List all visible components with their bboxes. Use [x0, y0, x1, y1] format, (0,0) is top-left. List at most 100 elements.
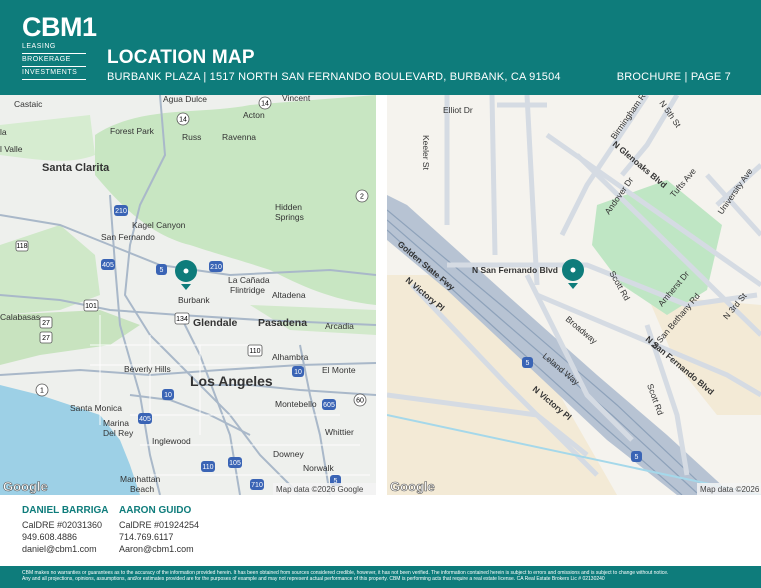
logo-line-leasing: LEASING	[22, 41, 86, 54]
google-logo: Google	[3, 479, 48, 494]
label-hidden: Hidden	[275, 202, 302, 212]
svg-text:27: 27	[42, 320, 50, 327]
label-springs: Springs	[275, 212, 304, 222]
shield-i5a: 5	[522, 357, 533, 368]
label-agua-dulce: Agua Dulce	[163, 95, 207, 104]
agent-phone[interactable]: 949.608.4886	[22, 531, 108, 543]
svg-text:5: 5	[635, 454, 639, 461]
label-pasadena: Pasadena	[258, 317, 307, 329]
street-map[interactable]: Elliot Dr Keeler St Birmingham Rd N 5th …	[387, 95, 761, 495]
svg-text:105: 105	[229, 460, 241, 467]
label-birmingham: Birmingham Rd	[608, 95, 650, 141]
svg-text:118: 118	[16, 243, 27, 250]
agent-email[interactable]: Aaron@cbm1.com	[119, 543, 199, 555]
label-alhambra: Alhambra	[272, 352, 309, 362]
label-glenoaks: N Glenoaks Blvd	[611, 139, 669, 190]
svg-text:5: 5	[160, 267, 164, 274]
svg-text:405: 405	[139, 416, 151, 423]
label-vincent: Vincent	[282, 95, 311, 103]
contacts-section: DANIEL BARRIGA CalDRE #02031360 949.608.…	[0, 505, 761, 565]
svg-text:110: 110	[249, 348, 260, 355]
agent-card-daniel: DANIEL BARRIGA CalDRE #02031360 949.608.…	[22, 505, 108, 555]
svg-text:405: 405	[102, 262, 114, 269]
svg-text:210: 210	[210, 264, 222, 271]
svg-text:110: 110	[202, 464, 213, 471]
svg-text:710: 710	[251, 482, 263, 489]
shield-10: 10	[162, 389, 174, 400]
agent-name: DANIEL BARRIGA	[22, 505, 109, 516]
label-montebello: Montebello	[275, 399, 317, 409]
page-title: LOCATION MAP	[107, 47, 255, 68]
label-santa-clarita: Santa Clarita	[42, 162, 110, 174]
agent-card-aaron: AARON GUIDO CalDRE #01924254 714.769.611…	[119, 505, 199, 555]
map-attribution-street[interactable]: Map data ©2026	[700, 485, 760, 494]
label-valle: la	[0, 127, 7, 137]
label-santa-monica: Santa Monica	[70, 403, 122, 413]
shield-5: 5	[156, 264, 167, 275]
shield-101: 101	[83, 299, 99, 312]
svg-text:605: 605	[323, 402, 335, 409]
label-acton: Acton	[243, 110, 265, 120]
shield-605: 605	[322, 399, 336, 410]
agent-email[interactable]: daniel@cbm1.com	[22, 543, 108, 555]
shield-110b: 110	[201, 461, 215, 472]
header-banner: CBM1 LEASING BROKERAGE INVESTMENTS LOCAT…	[0, 0, 761, 95]
svg-text:2: 2	[360, 194, 364, 201]
google-logo-street: Google	[390, 479, 435, 494]
label-castaic: Castaic	[14, 99, 43, 109]
label-burbank: Burbank	[178, 295, 210, 305]
agent-phone[interactable]: 714.769.6117	[119, 531, 199, 543]
label-keeler: Keeler St	[421, 135, 431, 171]
svg-text:14: 14	[261, 101, 269, 108]
shield-1: 1	[35, 383, 49, 397]
svg-text:101: 101	[85, 303, 97, 310]
shield-405b: 405	[138, 413, 152, 424]
page-reference: BROCHURE | PAGE 7	[616, 71, 731, 83]
shield-405: 405	[101, 259, 115, 270]
shield-105: 105	[228, 457, 242, 468]
label-calabasas: Calabasas	[0, 312, 40, 322]
shield-710: 710	[250, 479, 264, 490]
svg-text:134: 134	[176, 316, 188, 323]
cbm1-logo: CBM1 LEASING BROKERAGE INVESTMENTS	[22, 14, 97, 80]
shield-27: 27	[39, 316, 53, 329]
label-marina: Marina	[103, 418, 129, 428]
label-kagel: Kagel Canyon	[132, 220, 186, 230]
shield-14b: 14	[176, 112, 190, 126]
label-glendale: Glendale	[193, 317, 238, 329]
svg-text:60: 60	[356, 398, 364, 405]
label-forest-park: Forest Park	[110, 126, 155, 136]
map-divider	[376, 95, 387, 495]
label-flintridge: Flintridge	[230, 285, 265, 295]
logo-wordmark: CBM1	[22, 12, 97, 42]
label-russ: Russ	[182, 132, 201, 142]
location-pin[interactable]	[175, 260, 197, 290]
label-el-monte: El Monte	[322, 365, 356, 375]
label-norwalk: Norwalk	[303, 463, 334, 473]
label-elliot: Elliot Dr	[443, 105, 473, 115]
svg-text:27: 27	[42, 335, 50, 342]
label-whittier: Whittier	[325, 427, 354, 437]
label-los-angeles: Los Angeles	[190, 373, 273, 389]
location-pin-street[interactable]	[562, 259, 584, 289]
logo-line-investments: INVESTMENTS	[22, 67, 86, 80]
label-beach: Beach	[130, 484, 154, 494]
shield-2: 2	[355, 189, 369, 203]
shield-27b: 27	[39, 331, 53, 344]
label-downey: Downey	[273, 449, 304, 459]
logo-line-brokerage: BROKERAGE	[22, 54, 86, 67]
label-del-rey: Del Rey	[103, 428, 134, 438]
label-ravenna: Ravenna	[222, 132, 256, 142]
label-scott2: Scott Rd	[645, 382, 666, 416]
regional-map[interactable]: Castaic Agua Dulce Vincent Acton Forest …	[0, 95, 376, 495]
svg-text:1: 1	[40, 388, 44, 395]
shield-14a: 14	[258, 96, 272, 110]
map-attribution[interactable]: Map data ©2026 Google	[276, 485, 364, 494]
shield-134: 134	[174, 312, 190, 325]
disclaimer-line-2: Any and all projections, opinions, assum…	[22, 576, 605, 582]
agent-license: CalDRE #02031360	[22, 520, 103, 530]
shield-210: 210	[209, 261, 223, 272]
label-beverly-hills: Beverly Hills	[124, 364, 171, 374]
svg-text:5: 5	[526, 360, 530, 367]
shield-118: 118	[15, 240, 29, 252]
